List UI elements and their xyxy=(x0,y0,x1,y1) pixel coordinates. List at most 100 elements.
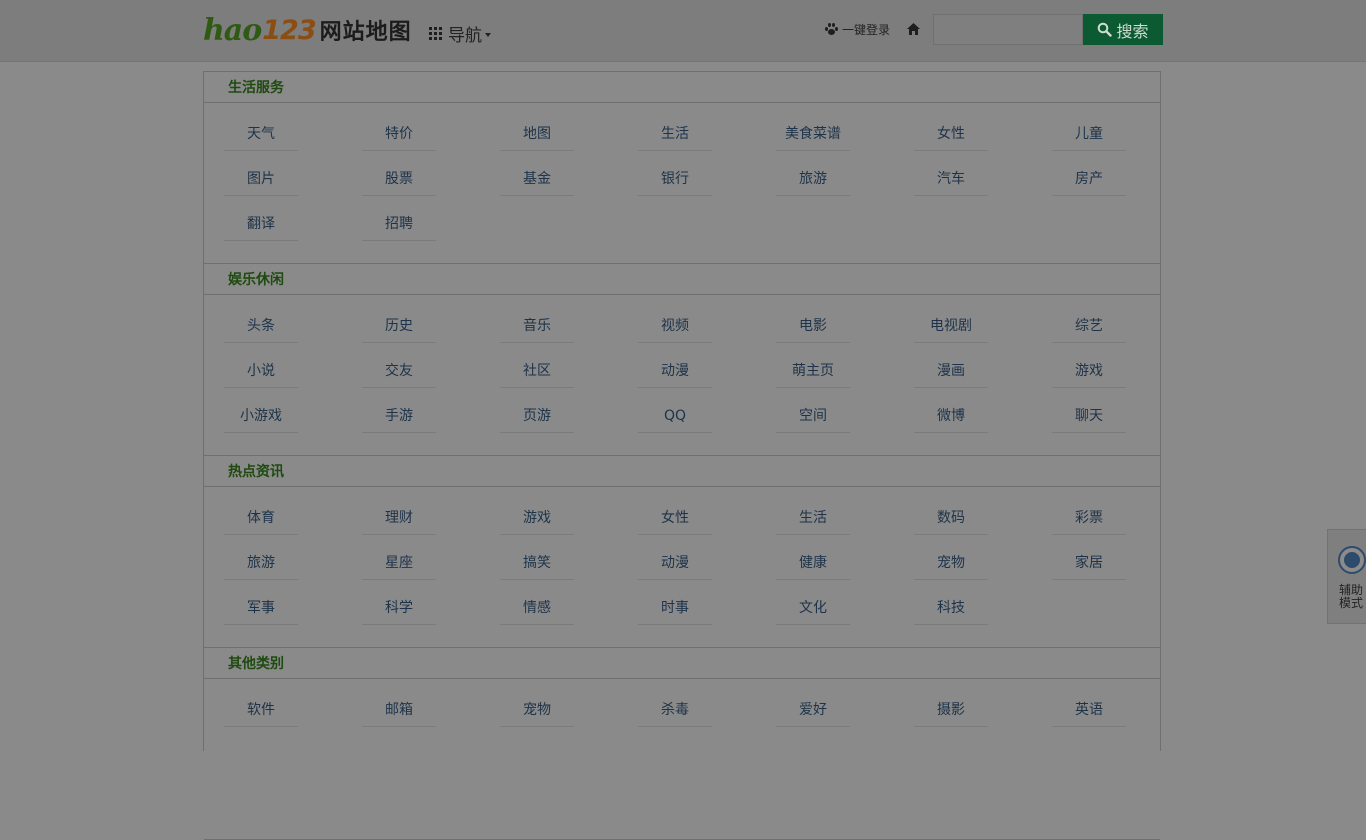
search-input[interactable] xyxy=(933,14,1083,45)
accessibility-label: 辅助模式 xyxy=(1339,583,1364,610)
link-cell: 游戏 xyxy=(500,501,638,546)
category-link[interactable]: 银行 xyxy=(638,162,712,196)
category-link[interactable]: 页游 xyxy=(500,399,574,433)
category-link[interactable]: 美食菜谱 xyxy=(776,117,850,151)
top-bar: hao 123 网站地图 导航 一键登录 搜索 xyxy=(0,0,1366,62)
category-link[interactable]: 英语 xyxy=(1052,693,1126,727)
category-link[interactable]: 电影 xyxy=(776,309,850,343)
category-link[interactable]: 汽车 xyxy=(914,162,988,196)
category-link[interactable]: 社区 xyxy=(500,354,574,388)
category-link[interactable]: 交友 xyxy=(362,354,436,388)
category-link[interactable]: 动漫 xyxy=(638,546,712,580)
category-link[interactable]: 微博 xyxy=(914,399,988,433)
category-link[interactable]: 爱好 xyxy=(776,693,850,727)
category-link[interactable]: 家居 xyxy=(1052,546,1126,580)
link-cell: 天气 xyxy=(224,117,362,162)
category-link[interactable]: 翻译 xyxy=(224,207,298,241)
section-links: 体育 理财 游戏 女性 生活 数码 彩票旅游 星座 搞笑 动漫 健康 宠物 家居军事 科学 情感 时事 文化 科技 xyxy=(204,487,1160,648)
category-link[interactable]: 摄影 xyxy=(914,693,988,727)
logo-123: 123 xyxy=(262,14,316,46)
accessibility-mode-button[interactable]: 辅助模式 xyxy=(1327,529,1366,624)
link-cell: 微博 xyxy=(914,399,1052,444)
category-link[interactable]: 特价 xyxy=(362,117,436,151)
category-link[interactable]: 体育 xyxy=(224,501,298,535)
category-link[interactable]: 女性 xyxy=(914,117,988,151)
category-link[interactable]: 视频 xyxy=(638,309,712,343)
section-life-services: 生活服务 天气 特价 地图 生活 美食菜谱 女性 儿童 图片 股票 基金 银行 旅游 汽车 房产 翻译 招聘 xyxy=(204,72,1160,264)
category-link[interactable]: 宠物 xyxy=(500,693,574,727)
link-cell: 女性 xyxy=(914,117,1052,162)
section-title: 热点资讯 xyxy=(204,456,1160,487)
search-icon xyxy=(1098,22,1113,37)
category-link[interactable]: 科学 xyxy=(362,591,436,625)
category-link[interactable]: 招聘 xyxy=(362,207,436,241)
nav-dropdown[interactable]: 导航 xyxy=(429,21,491,46)
home-icon[interactable] xyxy=(906,22,921,36)
category-link[interactable]: 电视剧 xyxy=(914,309,988,343)
category-link[interactable]: 综艺 xyxy=(1052,309,1126,343)
category-link[interactable]: 头条 xyxy=(224,309,298,343)
category-link[interactable]: 生活 xyxy=(776,501,850,535)
link-cell: 生活 xyxy=(776,501,914,546)
link-cell: 搞笑 xyxy=(500,546,638,591)
link-cell: 科技 xyxy=(914,591,1052,636)
link-cell: 动漫 xyxy=(638,354,776,399)
section-links: 软件 邮箱 宠物 杀毒 爱好 摄影 英语 xyxy=(204,679,1160,840)
category-link[interactable]: 动漫 xyxy=(638,354,712,388)
category-link[interactable]: 游戏 xyxy=(1052,354,1126,388)
category-link[interactable]: 游戏 xyxy=(500,501,574,535)
category-link[interactable]: 彩票 xyxy=(1052,501,1126,535)
category-link[interactable]: 数码 xyxy=(914,501,988,535)
chevron-down-icon xyxy=(485,32,491,37)
category-link[interactable]: 理财 xyxy=(362,501,436,535)
category-link[interactable]: 小游戏 xyxy=(224,399,298,433)
link-cell: 小游戏 xyxy=(224,399,362,444)
category-link[interactable]: 杀毒 xyxy=(638,693,712,727)
category-link[interactable]: QQ xyxy=(638,399,712,433)
category-link[interactable]: 生活 xyxy=(638,117,712,151)
section-other: 其他类别 软件 邮箱 宠物 杀毒 爱好 摄影 英语 xyxy=(204,648,1160,840)
link-cell: 爱好 xyxy=(776,693,914,738)
link-cell: 旅游 xyxy=(776,162,914,207)
category-link[interactable]: 手游 xyxy=(362,399,436,433)
category-link[interactable]: 科技 xyxy=(914,591,988,625)
category-link[interactable]: 时事 xyxy=(638,591,712,625)
hao123-logo[interactable]: hao 123 网站地图 xyxy=(203,12,412,48)
category-link[interactable]: 文化 xyxy=(776,591,850,625)
category-link[interactable]: 图片 xyxy=(224,162,298,196)
link-cell: 女性 xyxy=(638,501,776,546)
category-link[interactable]: 旅游 xyxy=(776,162,850,196)
link-cell: 时事 xyxy=(638,591,776,636)
category-link[interactable]: 基金 xyxy=(500,162,574,196)
link-cell: 理财 xyxy=(362,501,500,546)
category-link[interactable]: 邮箱 xyxy=(362,693,436,727)
category-link[interactable]: 儿童 xyxy=(1052,117,1126,151)
category-link[interactable]: 女性 xyxy=(638,501,712,535)
category-link[interactable]: 房产 xyxy=(1052,162,1126,196)
category-link[interactable]: 情感 xyxy=(500,591,574,625)
link-cell: 头条 xyxy=(224,309,362,354)
category-link[interactable]: 音乐 xyxy=(500,309,574,343)
category-link[interactable]: 天气 xyxy=(224,117,298,151)
category-link[interactable]: 股票 xyxy=(362,162,436,196)
category-link[interactable]: 旅游 xyxy=(224,546,298,580)
category-link[interactable]: 宠物 xyxy=(914,546,988,580)
link-cell: 招聘 xyxy=(362,207,500,252)
category-link[interactable]: 空间 xyxy=(776,399,850,433)
category-link[interactable]: 漫画 xyxy=(914,354,988,388)
search-button[interactable]: 搜索 xyxy=(1083,14,1163,45)
category-link[interactable]: 聊天 xyxy=(1052,399,1126,433)
category-link[interactable]: 历史 xyxy=(362,309,436,343)
category-link[interactable]: 搞笑 xyxy=(500,546,574,580)
category-link[interactable]: 军事 xyxy=(224,591,298,625)
category-link[interactable]: 萌主页 xyxy=(776,354,850,388)
category-link[interactable]: 地图 xyxy=(500,117,574,151)
category-link[interactable]: 小说 xyxy=(224,354,298,388)
one-click-login-link[interactable]: 一键登录 xyxy=(824,21,890,38)
category-link[interactable]: 健康 xyxy=(776,546,850,580)
link-cell: 动漫 xyxy=(638,546,776,591)
link-cell: 银行 xyxy=(638,162,776,207)
category-link[interactable]: 软件 xyxy=(224,693,298,727)
link-cell: 电影 xyxy=(776,309,914,354)
category-link[interactable]: 星座 xyxy=(362,546,436,580)
